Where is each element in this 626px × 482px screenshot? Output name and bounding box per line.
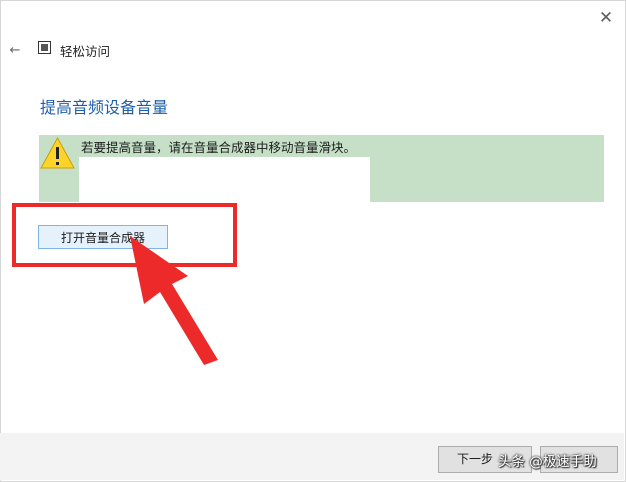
warning-panel-inner	[79, 157, 370, 202]
back-arrow-icon: ←	[9, 42, 21, 58]
app-icon	[38, 41, 51, 54]
warning-text: 若要提高音量，请在音量合成器中移动音量滑块。	[81, 140, 357, 155]
close-button[interactable]: ✕	[592, 6, 620, 30]
next-button-label: 下一步	[457, 452, 494, 466]
back-button[interactable]: ←	[4, 40, 26, 60]
pointer-arrow-icon	[130, 236, 218, 365]
warning-panel: 若要提高音量，请在音量合成器中移动音量滑块。	[39, 135, 604, 202]
watermark: 头条 @极速手助	[498, 454, 597, 470]
page-title: 提高音频设备音量	[40, 98, 169, 117]
close-icon: ✕	[598, 7, 614, 28]
window-title: 轻松访问	[60, 44, 111, 59]
warning-icon	[40, 137, 75, 169]
